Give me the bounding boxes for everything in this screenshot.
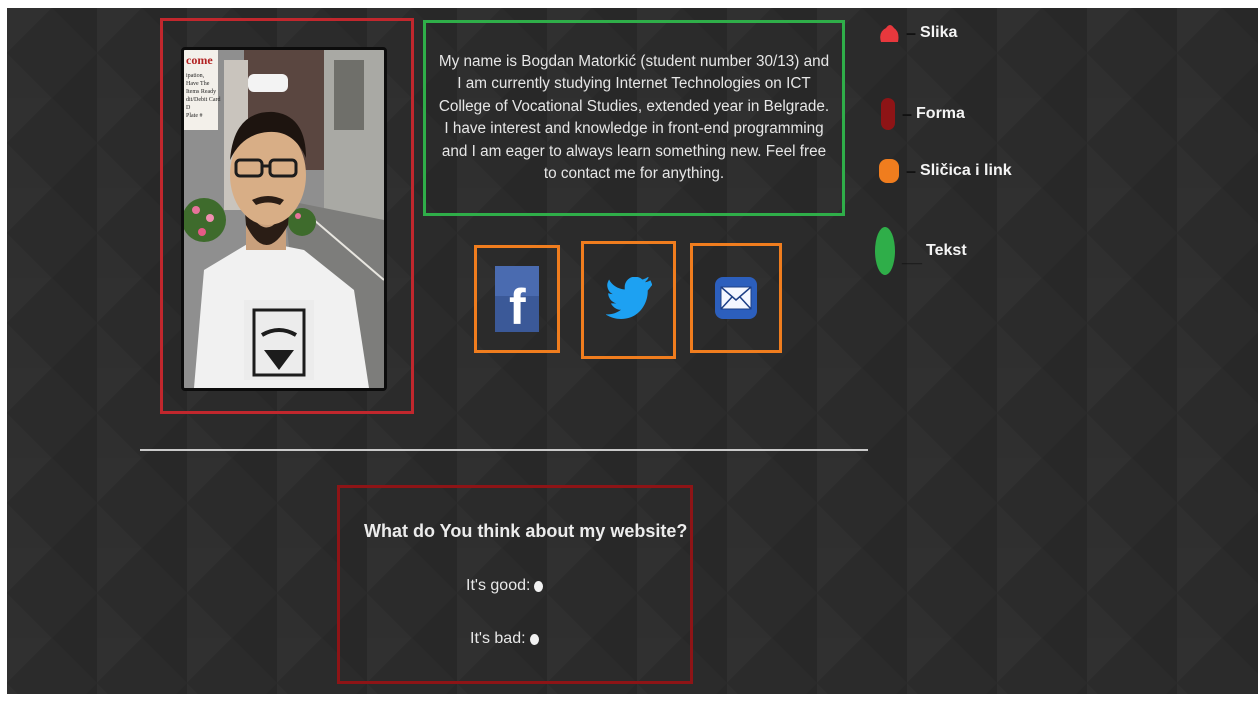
sign-small-text-6: Plate # [186,113,203,119]
option-bad: It's bad: [470,630,539,648]
sign-small-text-5: D [186,105,191,111]
darkred-blob-icon [881,98,895,130]
facebook-icon: f [495,266,539,332]
radio-bad[interactable] [529,633,539,645]
option-bad-label: It's bad: [470,630,526,647]
sign-text: come [186,53,213,67]
bio-text: My name is Bogdan Matorkić (student numb… [438,52,830,183]
profile-photo-image: come ipation, Have The Items Ready dit/D… [184,50,384,388]
legend-label-slicica: Sličica i link [920,162,1012,179]
legend-item-slika: – Slika [878,22,957,44]
radio-good[interactable] [534,580,544,592]
red-blob-icon [880,25,899,42]
email-link[interactable] [690,243,782,353]
legend-label-slika: Slika [920,24,958,41]
facebook-link[interactable]: f [474,245,560,353]
option-good: It's good: [466,577,544,595]
legend-item-slicica: – Sličica i link [878,158,1012,184]
option-good-label: It's good: [466,577,531,594]
legend-dash: – [906,22,917,43]
form-question: What do You think about my website? [364,521,688,541]
section-divider [140,449,868,451]
green-blob-icon [875,227,895,275]
legend-item-forma: – Forma [880,98,965,130]
twitter-link[interactable] [581,241,676,359]
legend-label-tekst: Tekst [926,242,967,259]
legend-dash: – [902,103,913,124]
legend-dash: – [906,160,917,181]
legend-dash: __ [902,245,923,266]
mail-icon [715,277,757,319]
sign-small-text-4: dit/Debit Card [186,97,221,103]
profile-photo: come ipation, Have The Items Ready dit/D… [181,47,387,391]
bio-text-box: My name is Bogdan Matorkić (student numb… [423,20,845,216]
legend-label-forma: Forma [916,105,965,122]
sign-small-text-3: Items Ready [186,89,216,95]
orange-blob-icon [879,159,899,183]
legend-item-tekst: __ Tekst [874,226,967,276]
sign-small-text-1: ipation, [186,73,205,79]
twitter-icon [605,277,652,320]
sign-small-text-2: Have The [186,81,210,87]
facebook-glyph: f [509,279,526,332]
